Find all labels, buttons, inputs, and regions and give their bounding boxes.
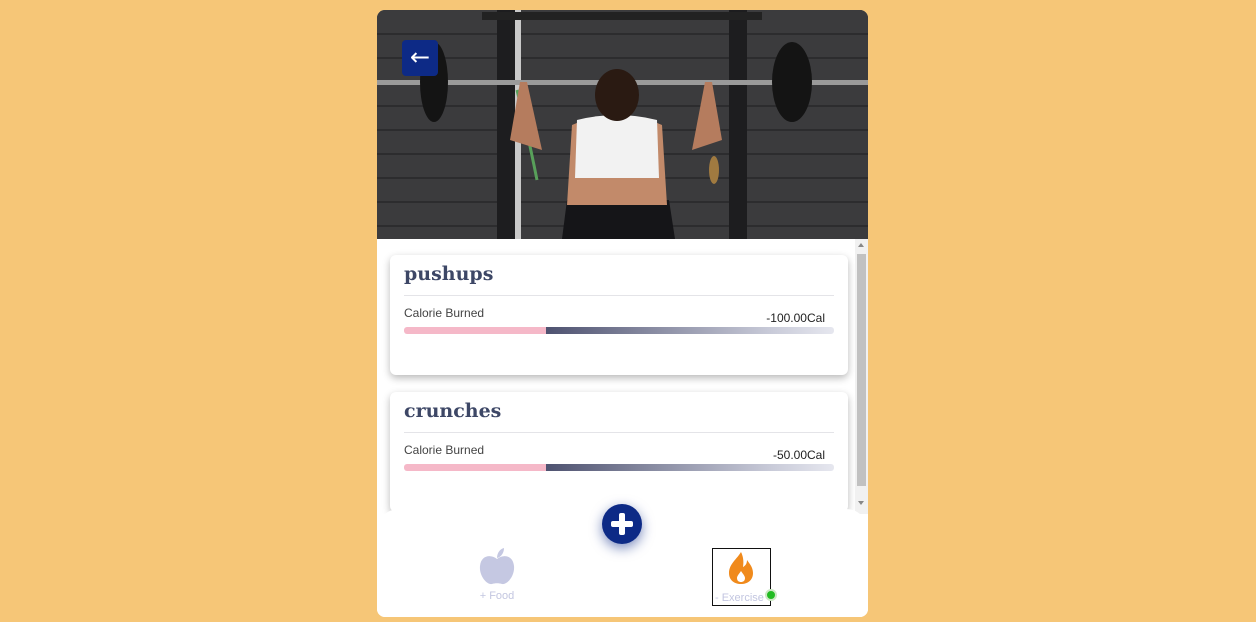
scroll-down-arrow-icon[interactable] [858,501,864,505]
exercise-card-pushups[interactable]: pushups Calorie Burned -100.00Cal [390,255,848,375]
active-indicator [765,589,777,601]
app-panel: ← pushups Calorie Burned -100.00Cal crun… [377,10,868,617]
scroll-thumb[interactable] [857,254,866,486]
calorie-value: -50.00Cal [772,448,825,462]
card-divider [404,432,834,433]
scroll-up-arrow-icon[interactable] [858,243,864,247]
apple-icon [479,548,515,585]
nav-exercise-label: - Exercise [715,592,764,604]
gym-photo [377,10,868,239]
calorie-bar [404,464,834,471]
scrollbar[interactable] [855,239,868,514]
calorie-bar [404,327,834,334]
nav-food[interactable]: + Food [473,546,521,606]
exercise-list[interactable]: pushups Calorie Burned -100.00Cal crunch… [377,239,868,514]
calorie-label: Calorie Burned [404,306,485,320]
exercise-name: crunches [404,400,502,422]
nav-exercise[interactable]: - Exercise [712,548,771,606]
add-button[interactable] [602,504,642,544]
nav-food-label: + Food [479,590,515,602]
calorie-value: -100.00Cal [766,311,825,325]
back-button[interactable]: ← [402,40,438,76]
calorie-label: Calorie Burned [404,443,485,457]
exercise-name: pushups [404,263,494,285]
card-divider [404,295,834,296]
left-arrow-icon: ← [409,43,431,71]
hero-image: ← [377,10,868,239]
flame-icon [729,552,753,584]
exercise-card-crunches[interactable]: crunches Calorie Burned -50.00Cal [390,392,848,512]
